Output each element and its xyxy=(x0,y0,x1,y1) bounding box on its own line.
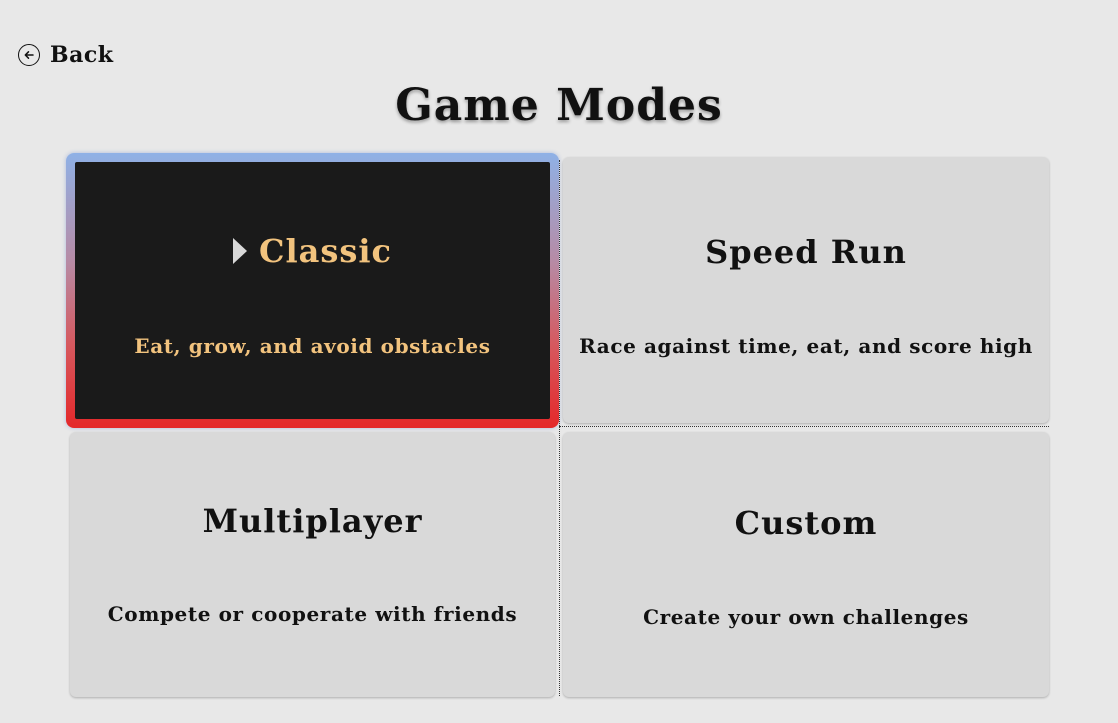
grid-divider-vertical xyxy=(559,160,560,696)
page-title: Game Modes xyxy=(395,80,723,131)
mode-desc-multiplayer: Compete or cooperate with friends xyxy=(107,602,518,626)
back-label: Back xyxy=(50,42,114,68)
mode-title-classic: Classic xyxy=(75,232,550,270)
mode-card-custom[interactable]: Custom Create your own challenges xyxy=(563,432,1049,697)
mode-desc-custom: Create your own challenges xyxy=(643,605,969,629)
caret-right-icon xyxy=(232,238,247,264)
mode-desc-classic: Eat, grow, and avoid obstacles xyxy=(134,334,491,358)
back-arrow-circle-icon xyxy=(18,44,40,66)
mode-title-speed-run: Speed Run xyxy=(705,233,907,271)
mode-title-classic-text: Classic xyxy=(258,232,393,270)
mode-card-classic-body: Classic Eat, grow, and avoid obstacles xyxy=(75,162,550,419)
mode-card-multiplayer[interactable]: Multiplayer Compete or cooperate with fr… xyxy=(70,432,555,697)
mode-card-speed-run[interactable]: Speed Run Race against time, eat, and sc… xyxy=(563,157,1049,423)
back-button[interactable]: Back xyxy=(18,42,114,68)
game-modes-screen: Back Game Modes Classic Eat, grow, and a… xyxy=(0,0,1118,723)
grid-divider-horizontal xyxy=(559,426,1049,427)
mode-title-multiplayer: Multiplayer xyxy=(202,502,423,540)
mode-title-custom: Custom xyxy=(734,504,878,542)
mode-card-classic[interactable]: Classic Eat, grow, and avoid obstacles xyxy=(66,153,559,428)
mode-desc-speed-run: Race against time, eat, and score high xyxy=(579,334,1033,358)
